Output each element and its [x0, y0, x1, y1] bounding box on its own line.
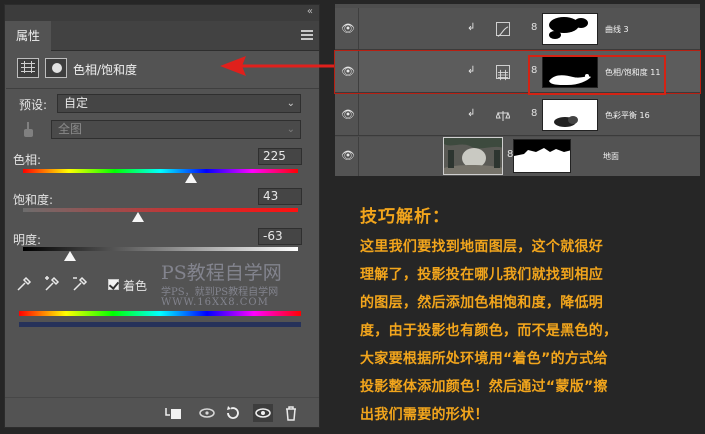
- link-icon: 8: [531, 22, 538, 33]
- clip-to-layer-icon[interactable]: [163, 404, 183, 422]
- colorize-checkbox[interactable]: [108, 279, 119, 290]
- layer-mask-thumbnail: [513, 139, 571, 173]
- tip-line: 的图层，然后添加色相饱和度，降低明: [360, 295, 604, 311]
- eye-icon: 👁: [341, 65, 355, 78]
- hue-label: 色相:: [13, 153, 42, 167]
- lightness-value-field[interactable]: -63: [258, 228, 302, 245]
- targeted-adjustment-hand-icon[interactable]: [21, 122, 37, 140]
- divider: [6, 88, 319, 89]
- visibility-toggle[interactable]: 👁: [335, 8, 359, 49]
- channel-value: 全图: [58, 122, 83, 136]
- saturation-slider-thumb[interactable]: [132, 212, 144, 222]
- preset-label: 预设:: [19, 98, 48, 112]
- layer-image-thumbnail: [443, 137, 503, 175]
- channel-dropdown[interactable]: 全图 ⌄: [51, 120, 301, 139]
- hue-value-field[interactable]: 225: [258, 148, 302, 165]
- link-icon: 8: [531, 108, 538, 119]
- layer-name: 色彩平衡 16: [605, 111, 650, 120]
- watermark-url: WWW.16XX8.COM: [161, 297, 269, 308]
- view-previous-state-icon[interactable]: [197, 404, 217, 422]
- collapse-panel-button[interactable]: «: [307, 6, 313, 17]
- panel-tab-bar: 属性: [5, 21, 319, 51]
- tip-line: 理解了，投影投在哪儿我们就找到相应: [360, 267, 604, 283]
- hue-slider-thumb[interactable]: [185, 173, 197, 183]
- saturation-value-field[interactable]: 43: [258, 188, 302, 205]
- layer-row-color-balance[interactable]: 👁 ↲ 8 色彩平衡 16: [335, 94, 700, 136]
- clipping-arrow-icon: ↲: [467, 108, 476, 119]
- delete-icon[interactable]: [281, 404, 301, 422]
- tip-line: 出我们需要的形状！: [360, 407, 489, 423]
- layer-mask-thumbnail: [542, 13, 598, 45]
- visibility-toggle[interactable]: 👁: [335, 137, 359, 176]
- layer-row-ground[interactable]: 👁 8 地面: [335, 137, 700, 176]
- eye-icon: 👁: [341, 108, 355, 121]
- saturation-slider-track[interactable]: [23, 208, 298, 212]
- saturation-label: 饱和度:: [13, 193, 54, 207]
- color-balance-adjustment-icon: [495, 108, 511, 122]
- lightness-slider-thumb[interactable]: [64, 251, 76, 261]
- visibility-toggle[interactable]: 👁: [335, 51, 359, 92]
- clipping-arrow-icon: ↲: [467, 22, 476, 33]
- layer-mask-icon[interactable]: [45, 58, 67, 78]
- hue-slider-track[interactable]: [23, 169, 298, 173]
- tip-line: 这里我们要找到地面图层，这个就很好: [360, 239, 604, 255]
- clipping-arrow-icon: ↲: [467, 65, 476, 76]
- output-color-spectrum: [19, 322, 301, 327]
- preset-value: 自定: [64, 96, 89, 110]
- input-color-spectrum: [19, 311, 301, 316]
- tip-line: 度，由于投影也有颜色，而不是黑色的，: [360, 323, 618, 339]
- eye-icon: 👁: [341, 149, 355, 162]
- hue-saturation-adjustment-icon: [496, 65, 510, 81]
- panel-bottom-toolbar: [5, 397, 319, 427]
- pointer-arrow-icon: [220, 56, 334, 76]
- colorize-label: 着色: [123, 279, 148, 293]
- panel-top-strip: «: [5, 5, 319, 21]
- eyedropper-add-icon[interactable]: [43, 275, 61, 293]
- layer-row-curves[interactable]: 👁 ↲ 8 曲线 3: [335, 8, 700, 50]
- eyedropper-subtract-icon[interactable]: [71, 275, 89, 293]
- tab-properties[interactable]: 属性: [5, 21, 51, 51]
- layer-name: 曲线 3: [605, 25, 629, 34]
- lightness-label: 明度:: [13, 233, 42, 247]
- eyedropper-icon[interactable]: [15, 275, 33, 293]
- tip-line: 大家要根据所处环境用“着色”的方式给: [360, 351, 608, 367]
- preset-dropdown[interactable]: 自定 ⌄: [57, 94, 301, 113]
- tip-title: 技巧解析：: [360, 207, 450, 227]
- reset-icon[interactable]: [223, 404, 243, 422]
- tip-line: 投影整体添加颜色！然后通过“蒙版”擦: [360, 379, 608, 395]
- adjustment-title: 色相/饱和度: [73, 63, 138, 77]
- visibility-toggle[interactable]: 👁: [335, 94, 359, 135]
- layer-name: 地面: [603, 152, 619, 161]
- curves-adjustment-icon: [496, 22, 510, 37]
- watermark-title: PS教程自学网: [161, 262, 282, 284]
- watermark-subtitle: 学PS，就到PS教程自学网: [161, 287, 279, 298]
- panel-menu-icon[interactable]: [301, 30, 313, 40]
- chevron-down-icon: ⌄: [286, 98, 295, 109]
- visibility-eye-icon[interactable]: [253, 404, 273, 422]
- eye-icon: 👁: [341, 22, 355, 35]
- layer-mask-thumbnail: [542, 99, 598, 131]
- hue-saturation-adjustment-icon[interactable]: [17, 58, 39, 78]
- highlight-box: [528, 55, 666, 95]
- chevron-down-icon: ⌄: [286, 124, 295, 135]
